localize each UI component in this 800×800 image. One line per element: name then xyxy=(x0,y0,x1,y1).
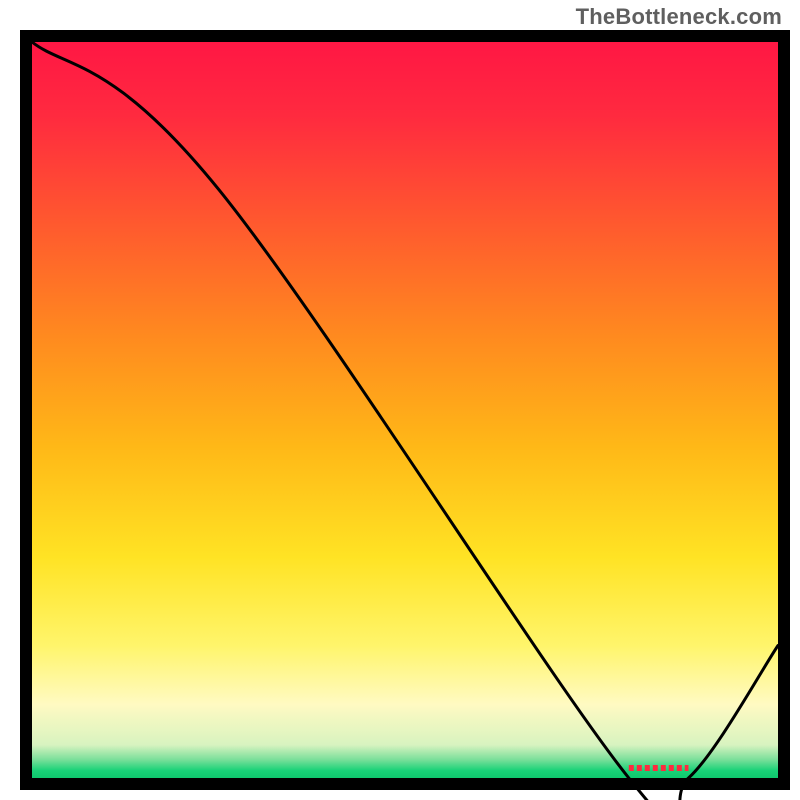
plot-background xyxy=(32,42,778,778)
bottleneck-chart xyxy=(0,0,800,800)
